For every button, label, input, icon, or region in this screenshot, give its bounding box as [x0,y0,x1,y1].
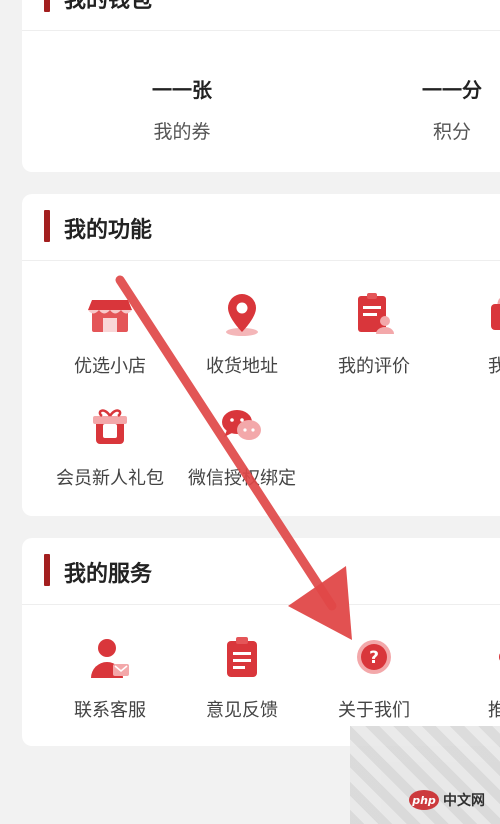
coupons-count: 一一张 [152,78,212,102]
service-customer-service[interactable]: 联系客服 [45,632,175,722]
section-accent-bar [44,0,50,12]
service-feedback[interactable]: 意见反馈 [177,632,307,722]
recommend-icon [479,632,500,686]
points-item[interactable]: 一一分 积分 [392,74,500,144]
svg-text:?: ? [369,648,379,668]
function-wechat-bind[interactable]: 微信授权绑定 [177,400,307,490]
wallet-card: 我的钱包 一一张 我的券 一一分 积分 [22,0,500,172]
service-label: 联系客服 [74,700,146,721]
service-recommend[interactable]: 推荐 [441,632,500,722]
wallet-title: 我的钱包 [64,0,153,13]
php-logo-icon: php [409,790,439,810]
function-label: 优选小店 [74,356,146,377]
service-label: 推荐 [488,700,500,721]
function-label: 我的 [488,356,500,377]
service-label: 关于我们 [338,700,410,721]
points-label: 积分 [432,121,471,143]
function-shop[interactable]: 优选小店 [45,288,175,378]
coupons-label: 我的券 [153,121,211,143]
service-about-us[interactable]: ? 关于我们 [309,632,439,722]
site-name: 中文网 [443,793,485,809]
section-accent-bar [44,210,50,242]
review-icon [347,288,401,342]
feedback-icon [215,632,269,686]
question-icon: ? [347,632,401,686]
services-header: 我的服务 [22,538,500,605]
functions-header: 我的功能 [22,194,500,261]
shop-icon [83,288,137,342]
chat-icon [215,400,269,454]
function-address[interactable]: 收货地址 [177,288,307,378]
watermark: php 中文网 [350,726,500,824]
bag-icon [479,288,500,342]
service-label: 意见反馈 [206,700,278,721]
function-label: 我的评价 [338,356,410,377]
coupons-item[interactable]: 一一张 我的券 [122,74,242,144]
points-count: 一一分 [422,78,482,102]
services-card: 我的服务 联系客服 意见反馈 ? 关于我们 推 [22,538,500,746]
function-review[interactable]: 我的评价 [309,288,439,378]
services-title: 我的服务 [64,562,153,587]
location-icon [215,288,269,342]
functions-title: 我的功能 [64,218,153,243]
function-gift[interactable]: 会员新人礼包 [45,400,175,490]
function-bag[interactable]: 我的 [441,288,500,378]
site-logo: php 中文网 [402,786,492,814]
gift-icon [83,400,137,454]
function-label: 微信授权绑定 [188,468,296,489]
function-label: 收货地址 [206,356,278,377]
wallet-header: 我的钱包 [22,0,500,31]
customer-service-icon [83,632,137,686]
section-accent-bar [44,554,50,586]
functions-card: 我的功能 优选小店 收货地址 我的评价 我 会员新人礼包 微信授权绑定 [22,194,500,516]
function-label: 会员新人礼包 [56,468,164,489]
